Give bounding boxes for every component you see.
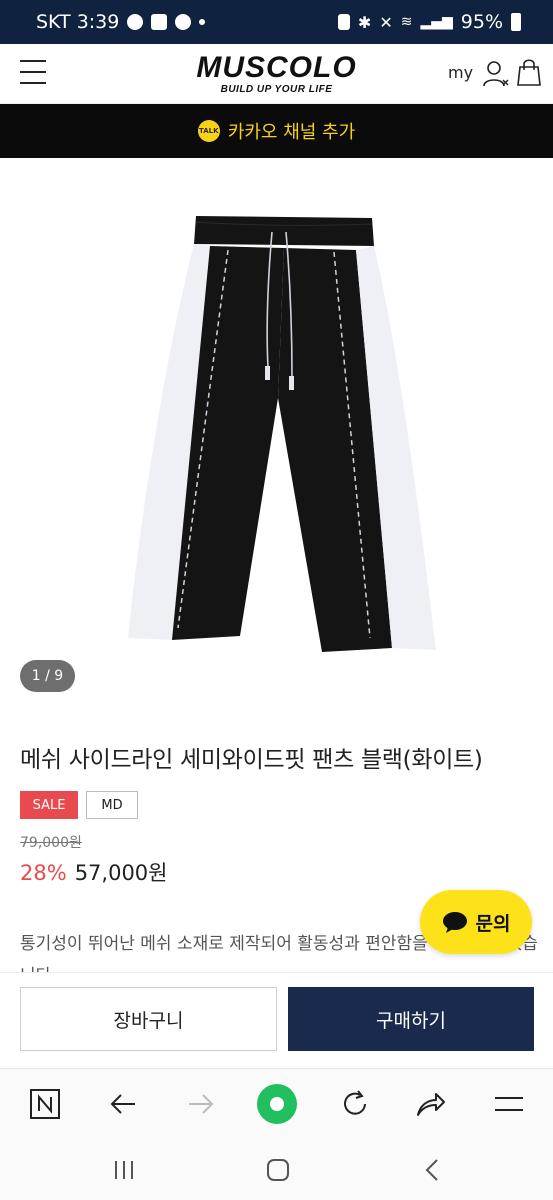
home-icon[interactable]: [264, 1156, 292, 1184]
back-icon[interactable]: [418, 1156, 446, 1184]
buy-now-button[interactable]: 구매하기: [288, 987, 534, 1051]
forward-arrow-icon[interactable]: [184, 1087, 218, 1121]
sale-badge: SALE: [20, 791, 78, 819]
gallery-counter: 1 / 9: [20, 660, 75, 692]
share-icon[interactable]: [414, 1087, 448, 1121]
kakao-talk-icon: TALK: [197, 120, 220, 142]
chat-bubble-icon: [442, 912, 467, 933]
battery-icon: [511, 13, 521, 31]
battery-level: 95%: [460, 11, 503, 33]
mute-icon: ✕: [379, 12, 393, 32]
status-bar: SKT 3:39 ✱ ✕ ≋ ▂▄▆ 95%: [0, 0, 553, 44]
account-icon: [175, 14, 192, 30]
status-right: ✱ ✕ ≋ ▂▄▆ 95%: [337, 11, 521, 33]
add-to-cart-button[interactable]: 장바구니: [20, 987, 277, 1051]
naver-n-icon[interactable]: [28, 1087, 62, 1121]
inquiry-label: 문의: [475, 912, 511, 935]
back-arrow-icon[interactable]: [106, 1087, 140, 1121]
more-menu-icon[interactable]: [492, 1087, 526, 1121]
inquiry-button[interactable]: 문의: [420, 890, 532, 954]
status-left: SKT 3:39: [36, 11, 206, 33]
md-badge: MD: [86, 791, 138, 819]
site-header: MUSCOLO BUILD UP YOUR LIFE my: [0, 44, 553, 104]
refresh-icon[interactable]: [338, 1087, 372, 1121]
signal-icon: ▂▄▆: [420, 14, 453, 30]
system-navigation-bar: [0, 1138, 553, 1200]
kakao-channel-bar[interactable]: TALK 카카오 채널 추가: [0, 104, 553, 158]
wifi-icon: ≋: [400, 14, 413, 30]
kakao-icon-text: TALK: [199, 127, 219, 135]
kakao-channel-label: 카카오 채널 추가: [227, 122, 356, 143]
gallery-icon: [151, 14, 168, 30]
sale-price-row: 28% 57,000원: [20, 857, 168, 887]
user-icon[interactable]: [482, 60, 510, 88]
battery-saver-icon: [337, 14, 350, 30]
original-price: 79,000원: [20, 835, 82, 851]
browser-toolbar: [0, 1068, 553, 1138]
purchase-action-bar: 장바구니 구매하기: [0, 972, 553, 1068]
carrier-time: SKT 3:39: [36, 11, 120, 33]
bluetooth-icon: ✱: [357, 12, 372, 32]
product-image: [128, 216, 436, 652]
shopping-bag-icon[interactable]: [516, 58, 542, 86]
product-gallery[interactable]: [0, 158, 553, 706]
discount-rate: 28%: [20, 861, 67, 885]
home-dot-icon[interactable]: [256, 1083, 298, 1125]
sale-price: 57,000원: [74, 861, 168, 885]
talk-icon: [127, 14, 144, 30]
product-title: 메쉬 사이드라인 세미와이드핏 팬츠 블랙(화이트): [20, 747, 483, 773]
my-page-link[interactable]: my: [448, 63, 473, 82]
logo-tagline: BUILD UP YOUR LIFE: [220, 84, 333, 95]
notification-dot-icon: [199, 19, 206, 25]
recents-icon[interactable]: [110, 1156, 138, 1184]
product-badges: SALE MD: [20, 791, 138, 819]
